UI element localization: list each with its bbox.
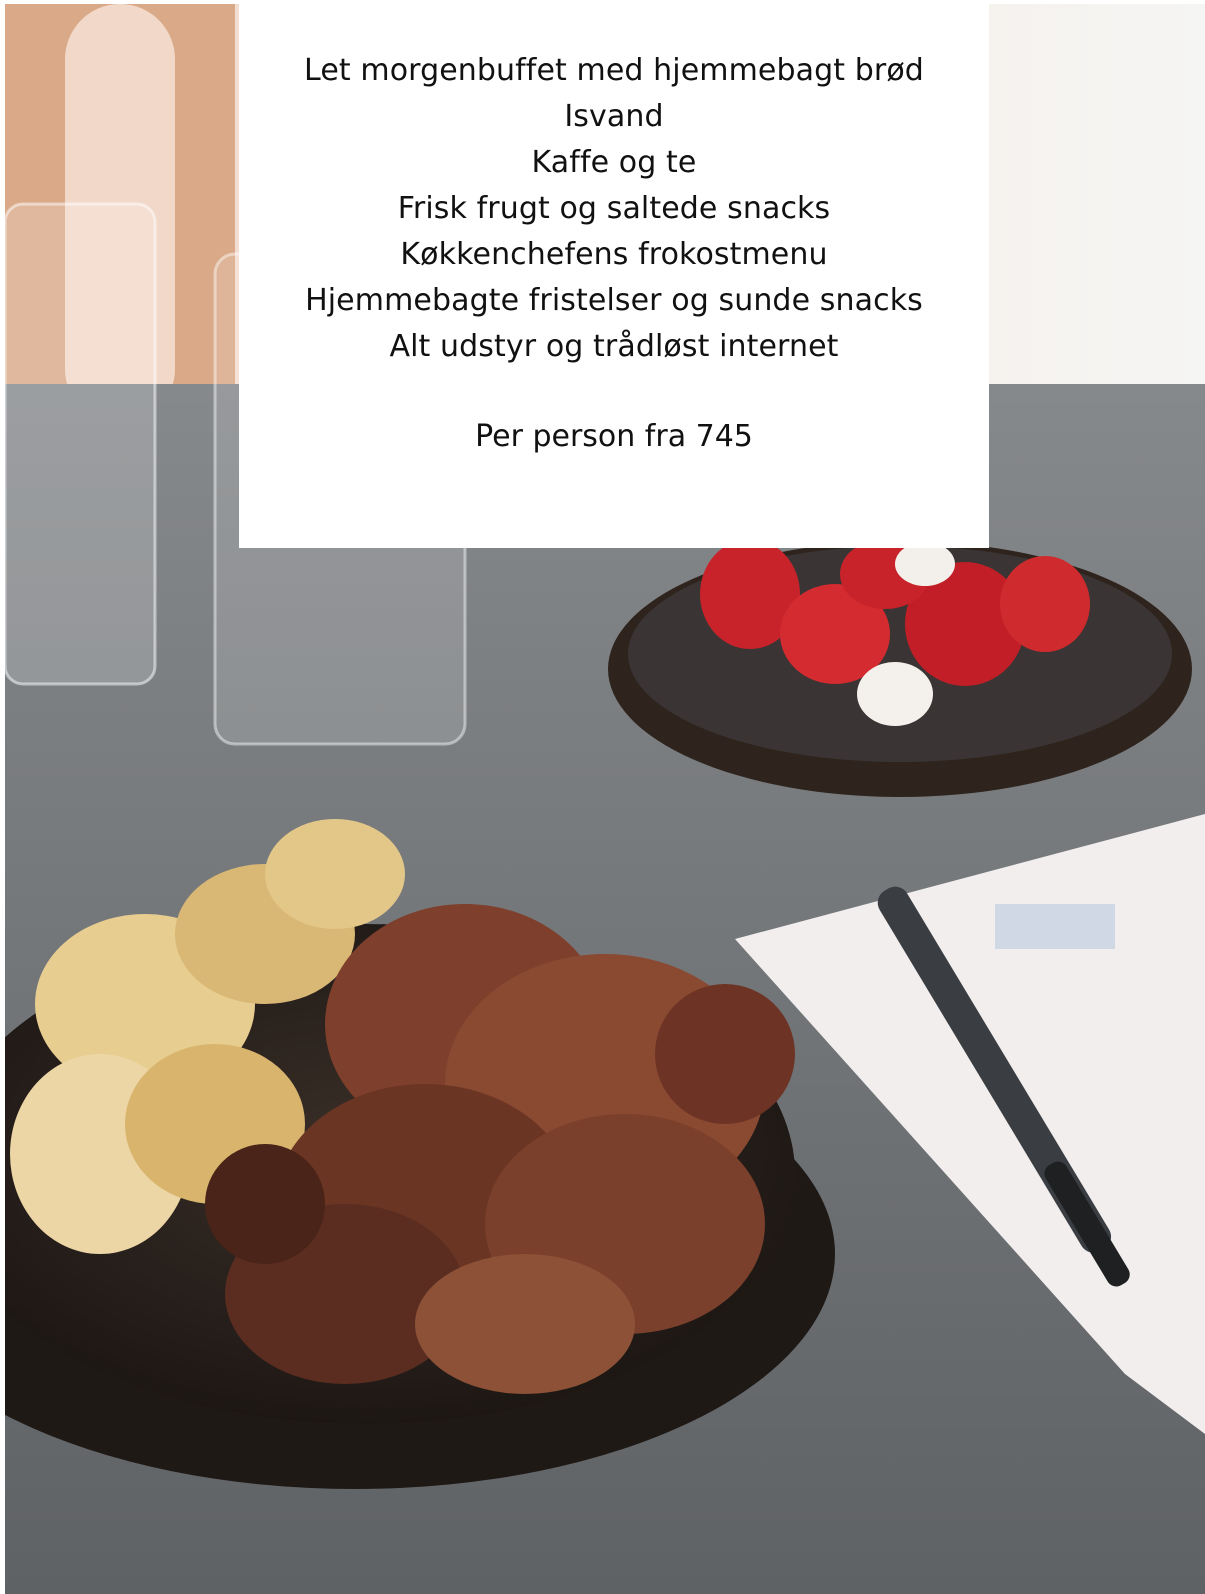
menu-item: Alt udstyr og trådløst internet bbox=[389, 329, 839, 364]
menu-item: Isvand bbox=[564, 99, 664, 134]
water-glass bbox=[5, 202, 157, 686]
info-card: Let morgenbuffet med hjemmebagt brød Isv… bbox=[239, 0, 989, 548]
price: Per person fra 745 bbox=[475, 419, 753, 454]
menu-item: Kaffe og te bbox=[531, 145, 697, 180]
menu-item: Køkkenchefens frokostmenu bbox=[400, 237, 828, 272]
menu-item: Frisk frugt og saltede snacks bbox=[397, 191, 831, 226]
notepad-logo bbox=[995, 904, 1115, 949]
menu-item: Let morgenbuffet med hjemmebagt brød bbox=[304, 53, 924, 88]
menu-item: Hjemmebagte fristelser og sunde snacks bbox=[305, 283, 923, 318]
menu-list: Let morgenbuffet med hjemmebagt brød Isv… bbox=[239, 48, 989, 370]
page: Let morgenbuffet med hjemmebagt brød Isv… bbox=[0, 0, 1205, 1594]
